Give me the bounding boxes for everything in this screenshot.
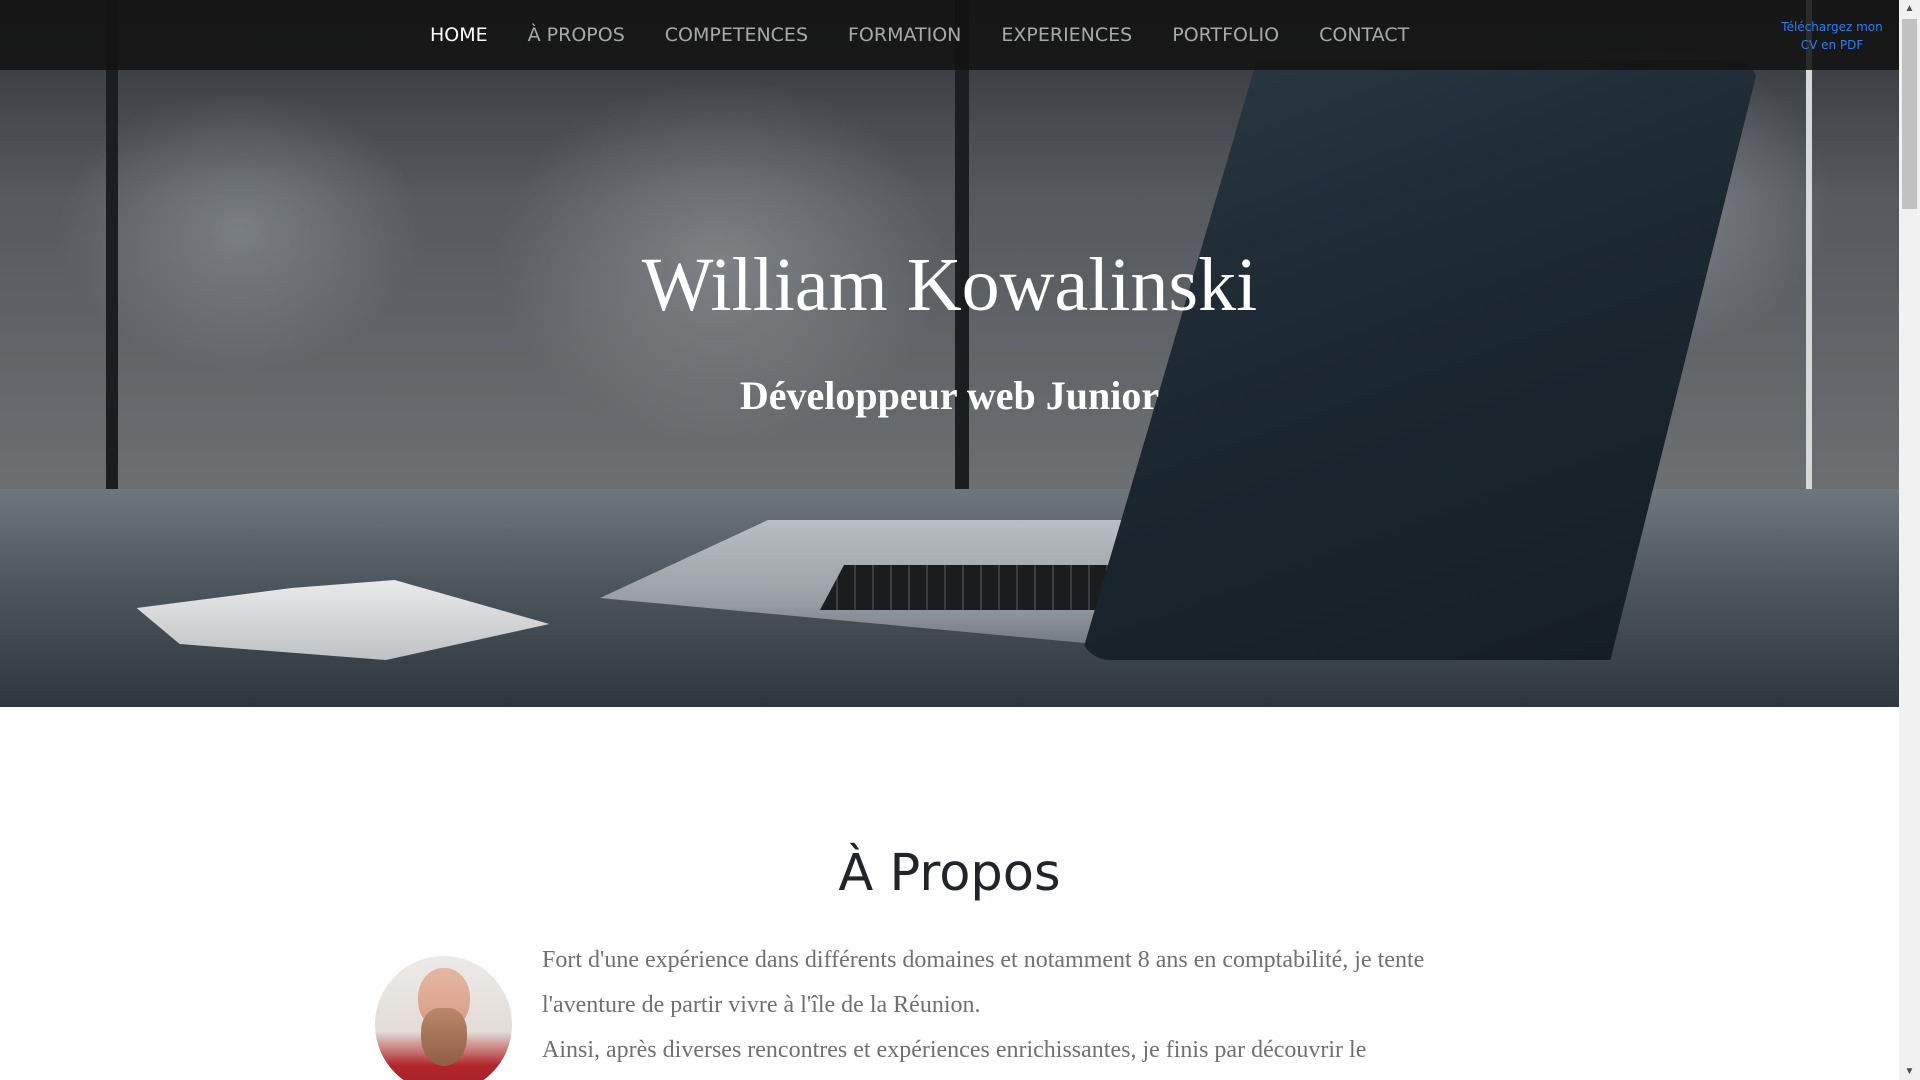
top-navbar: HOME À PROPOS COMPETENCES FORMATION EXPE… [0,0,1899,70]
nav-item-experiences[interactable]: EXPERIENCES [1001,24,1132,46]
about-text: Fort d'une expérience dans différents do… [542,938,1472,1073]
page-scrollbar[interactable]: ▲ ▼ [1899,0,1920,1080]
scroll-down-arrow-icon[interactable]: ▼ [1899,1063,1920,1080]
nav-item-formation[interactable]: FORMATION [848,24,961,46]
cv-link-line2: CV en PDF [1800,38,1864,52]
nav-item-competences[interactable]: COMPETENCES [665,24,808,46]
nav-item-home[interactable]: HOME [430,24,488,46]
avatar-beard [421,1008,467,1066]
nav-item-contact[interactable]: CONTACT [1319,24,1409,46]
download-cv-link[interactable]: Téléchargez mon CV en PDF [1772,18,1892,54]
nav-item-a-propos[interactable]: À PROPOS [528,24,625,46]
scroll-up-arrow-icon[interactable]: ▲ [1899,0,1920,17]
cv-link-line1: Téléchargez mon [1781,20,1883,34]
scroll-thumb[interactable] [1902,19,1917,209]
about-paragraph: Ainsi, après diverses rencontres et expé… [542,1037,1367,1063]
about-paragraph: Fort d'une expérience dans différents do… [542,947,1425,1018]
nav-item-portfolio[interactable]: PORTFOLIO [1172,24,1279,46]
about-title: À Propos [838,844,1061,903]
hero-banner: William Kowalinski Développeur web Junio… [0,0,1899,707]
laptop-keyboard-image [820,565,1120,610]
nav-menu: HOME À PROPOS COMPETENCES FORMATION EXPE… [430,0,1449,70]
hero-title: William Kowalinski [641,243,1258,327]
hero-subtitle: Développeur web Junior [739,373,1160,418]
avatar [375,956,512,1080]
